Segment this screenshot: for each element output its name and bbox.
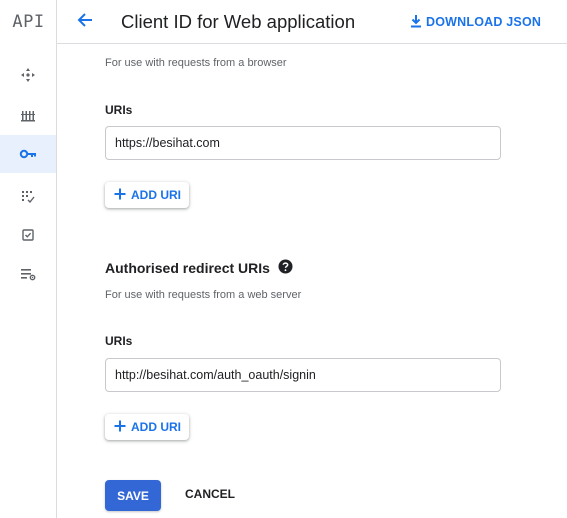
back-button[interactable] [73,10,97,34]
help-icon[interactable] [278,259,293,277]
credentials-key-icon [19,148,37,160]
left-nav-rail: API [0,0,57,518]
redirects-hint: For use with requests from a web server [105,289,302,301]
redirect-uri-input-1[interactable] [105,358,501,392]
oauth-consent-icon [21,189,35,203]
redirects-uris-label: URIs [105,334,133,348]
page-title: Client ID for Web application [121,11,356,32]
add-origin-uri-button[interactable]: ADD URI [105,182,189,208]
app-window: API Client ID for Web application DOWNLO… [0,0,567,518]
redirect-uris-title: Authorised redirect URIs [105,259,293,277]
origins-hint: For use with requests from a browser [105,57,287,69]
rail-item-domain-verification[interactable] [0,216,56,254]
library-icon [20,108,36,124]
rail-item-library[interactable] [0,97,56,135]
origin-uri-input-1[interactable] [105,126,501,160]
cancel-button[interactable]: CANCEL [185,487,235,501]
download-icon [409,14,423,31]
redirect-uris-title-text: Authorised redirect URIs [105,260,270,276]
download-json-button[interactable]: DOWNLOAD JSON [409,12,541,32]
add-redirect-uri-button[interactable]: ADD URI [105,414,189,440]
rail-item-credentials[interactable] [0,135,56,173]
arrow-back-icon [76,11,94,34]
page-usage-agreements-icon [20,267,37,281]
rail-item-oauth-consent[interactable] [0,177,56,215]
page-header: Client ID for Web application DOWNLOAD J… [57,0,567,44]
add-redirect-uri-label: ADD URI [131,420,181,434]
origins-uris-label: URIs [105,103,133,117]
rail-item-dashboard[interactable] [0,56,56,94]
download-json-label: DOWNLOAD JSON [426,15,542,29]
domain-verification-icon [21,228,35,242]
plus-icon [114,420,126,435]
add-origin-uri-label: ADD URI [131,188,181,202]
dashboard-icon [20,67,36,83]
save-button[interactable]: SAVE [105,480,161,511]
rail-item-page-usage-agreements[interactable] [0,255,56,293]
plus-icon [114,188,126,203]
api-logo: API [12,12,45,32]
